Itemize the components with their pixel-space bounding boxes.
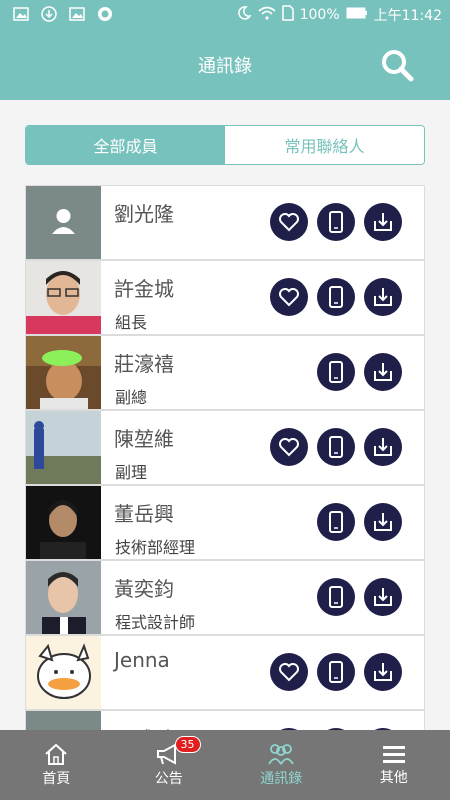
contact-list[interactable]: 劉光隆 許金城 組長 莊濠禧 副總 陳堃維 副理 董岳興 技術部經理 黃奕鈞 程… <box>25 185 425 731</box>
nav-announcements[interactable]: 35 公告 <box>113 730 226 800</box>
call-button[interactable] <box>317 503 355 541</box>
heart-icon <box>279 438 299 457</box>
save-contact-button[interactable] <box>364 203 402 241</box>
call-button[interactable] <box>317 203 355 241</box>
system-status: 100% 上午11:42 <box>236 5 442 25</box>
phone-icon <box>329 661 343 683</box>
contact-name: Jenna <box>114 648 170 672</box>
contact-role: 副總 <box>115 388 148 407</box>
save-contact-button[interactable] <box>364 278 402 316</box>
contact-row[interactable]: 董岳興 技術部經理 <box>25 485 425 560</box>
favorite-button[interactable] <box>270 428 308 466</box>
tab-all-members[interactable]: 全部成員 <box>26 126 225 164</box>
avatar <box>26 636 101 709</box>
search-button[interactable] <box>380 48 414 82</box>
sim-icon <box>281 5 294 25</box>
nav-label: 首頁 <box>42 771 71 787</box>
contact-name: 莊濠禧 <box>114 352 174 376</box>
contact-name: 陳堃維 <box>114 427 174 451</box>
save-contact-button[interactable] <box>364 653 402 691</box>
home-icon <box>45 743 67 765</box>
contact-role: 程式設計師 <box>115 613 196 632</box>
download-icon <box>374 513 392 531</box>
download-icon <box>374 438 392 456</box>
favorite-button[interactable] <box>270 203 308 241</box>
phone-icon <box>329 586 343 608</box>
heart-icon <box>279 288 299 307</box>
contact-row[interactable]: 陳堃維 副理 <box>25 410 425 485</box>
clock: 上午11:42 <box>373 8 442 24</box>
contact-name: 黃奕鈞 <box>114 577 174 601</box>
call-button[interactable] <box>317 353 355 391</box>
contact-name: 劉光隆 <box>114 202 174 226</box>
contacts-icon <box>268 744 295 765</box>
contact-row[interactable]: 黃奕鈞 程式設計師 <box>25 560 425 635</box>
contact-row[interactable]: 張雅勛 <box>25 710 425 731</box>
call-button[interactable] <box>317 428 355 466</box>
phone-icon <box>329 436 343 458</box>
contact-row[interactable]: 劉光隆 <box>25 185 425 260</box>
nav-label: 通訊錄 <box>260 771 303 787</box>
contact-row[interactable]: Jenna <box>25 635 425 710</box>
app-bar: 通訊錄 <box>0 30 450 100</box>
phone-icon <box>329 361 343 383</box>
menu-icon <box>382 746 405 763</box>
phone-icon <box>329 286 343 308</box>
avatar <box>26 261 101 334</box>
contact-row[interactable]: 許金城 組長 <box>25 260 425 335</box>
avatar <box>26 711 101 731</box>
download-icon <box>374 663 392 681</box>
record-icon <box>96 5 114 23</box>
contact-role: 技術部經理 <box>115 538 196 557</box>
save-contact-button[interactable] <box>364 353 402 391</box>
battery-percent: 100% <box>299 7 340 23</box>
avatar <box>26 411 101 484</box>
tab-favorites[interactable]: 常用聯絡人 <box>225 126 424 164</box>
download-icon <box>374 288 392 306</box>
contact-role: 組長 <box>115 313 148 332</box>
nav-home[interactable]: 首頁 <box>0 730 113 800</box>
nav-more[interactable]: 其他 <box>338 730 450 800</box>
notification-badge: 35 <box>174 736 201 753</box>
segment-tabs: 全部成員 常用聯絡人 <box>25 125 425 165</box>
download-icon <box>374 213 392 231</box>
avatar <box>26 186 101 259</box>
save-contact-button[interactable] <box>364 578 402 616</box>
download-icon <box>374 363 392 381</box>
avatar <box>26 486 101 559</box>
call-button[interactable] <box>317 653 355 691</box>
call-button[interactable] <box>317 278 355 316</box>
nav-contacts[interactable]: 通訊錄 <box>225 730 338 800</box>
phone-icon <box>329 211 343 233</box>
heart-icon <box>279 663 299 682</box>
bottom-nav: 首頁 35 公告 通訊錄 其他 <box>0 730 450 800</box>
heart-icon <box>279 213 299 232</box>
download-icon <box>374 588 392 606</box>
moon-icon <box>236 5 252 25</box>
avatar <box>26 336 101 409</box>
favorite-button[interactable] <box>270 278 308 316</box>
contact-name: 許金城 <box>114 277 174 301</box>
favorite-button[interactable] <box>270 653 308 691</box>
image-icon <box>68 5 86 23</box>
save-contact-button[interactable] <box>364 428 402 466</box>
save-contact-button[interactable] <box>364 503 402 541</box>
call-button[interactable] <box>317 578 355 616</box>
avatar <box>26 561 101 634</box>
download-status-icon <box>40 5 58 23</box>
search-icon <box>382 50 414 82</box>
nav-label: 公告 <box>154 771 183 787</box>
nav-label: 其他 <box>379 770 408 786</box>
status-bar: 100% 上午11:42 <box>0 0 450 30</box>
battery-icon <box>346 7 368 23</box>
image-icon <box>12 5 30 23</box>
contact-row[interactable]: 莊濠禧 副總 <box>25 335 425 410</box>
contact-role: 副理 <box>115 463 148 482</box>
wifi-icon <box>258 6 276 24</box>
phone-icon <box>329 511 343 533</box>
notification-icons <box>12 5 114 23</box>
contact-name: 董岳興 <box>114 502 174 526</box>
